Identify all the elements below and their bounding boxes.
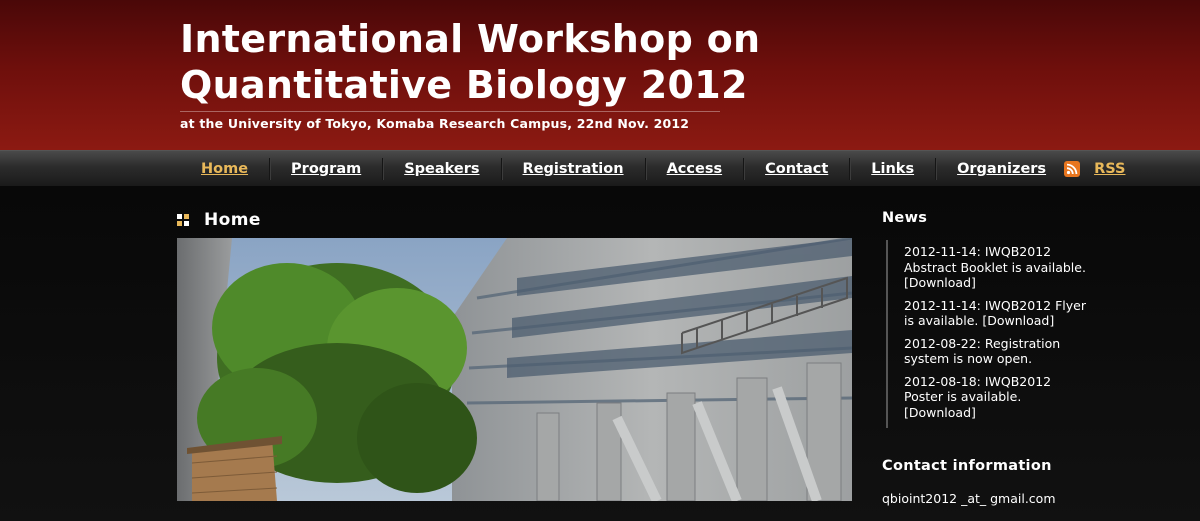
section-heading: Home xyxy=(177,209,261,231)
nav-item-registration[interactable]: Registration xyxy=(502,158,646,180)
site-title-line-2: Quantitative Biology 2012 xyxy=(180,63,748,107)
news-item: 2012-08-22: Registration system is now o… xyxy=(904,335,1061,367)
nav-item-contact[interactable]: Contact xyxy=(744,158,851,180)
nav-item-organizers[interactable]: Organizers xyxy=(936,158,1056,180)
rss-icon[interactable] xyxy=(1064,161,1081,177)
contact-heading: Contact information xyxy=(882,458,1052,474)
contact-email: qbioint2012 _at_ gmail.com xyxy=(882,491,1056,506)
news-heading: News xyxy=(882,210,928,226)
news-list: 2012-11-14: IWQB2012 Abstract Booklet is… xyxy=(886,240,1091,428)
rss-link[interactable]: RSS xyxy=(1056,158,1125,180)
site-subtitle: at the University of Tokyo, Komaba Resea… xyxy=(180,116,690,131)
rss-label[interactable]: RSS xyxy=(1094,161,1125,177)
nav-item-home[interactable]: Home xyxy=(180,158,271,180)
site-title-line-1: International Workshop on xyxy=(180,17,761,61)
news-item[interactable]: 2012-11-14: IWQB2012 Flyer is available.… xyxy=(904,298,1092,329)
site-header: International Workshop on Quantitative B… xyxy=(0,0,1200,150)
site-title[interactable]: International Workshop on Quantitative B… xyxy=(180,16,800,108)
square-bullet-icon xyxy=(177,214,189,226)
campus-building-photo xyxy=(177,238,852,501)
nav-item-speakers[interactable]: Speakers xyxy=(383,158,502,180)
title-divider xyxy=(180,111,720,112)
nav-item-access[interactable]: Access xyxy=(646,158,745,180)
section-title: Home xyxy=(204,210,261,230)
nav-list: Home Program Speakers Registration Acces… xyxy=(180,151,1125,187)
main-navigation: Home Program Speakers Registration Acces… xyxy=(0,150,1200,186)
news-item[interactable]: 2012-08-18: IWQB2012 Poster is available… xyxy=(904,374,1092,421)
nav-item-program[interactable]: Program xyxy=(270,158,384,180)
news-item[interactable]: 2012-11-14: IWQB2012 Abstract Booklet is… xyxy=(904,244,1092,291)
nav-item-links[interactable]: Links xyxy=(850,158,937,180)
